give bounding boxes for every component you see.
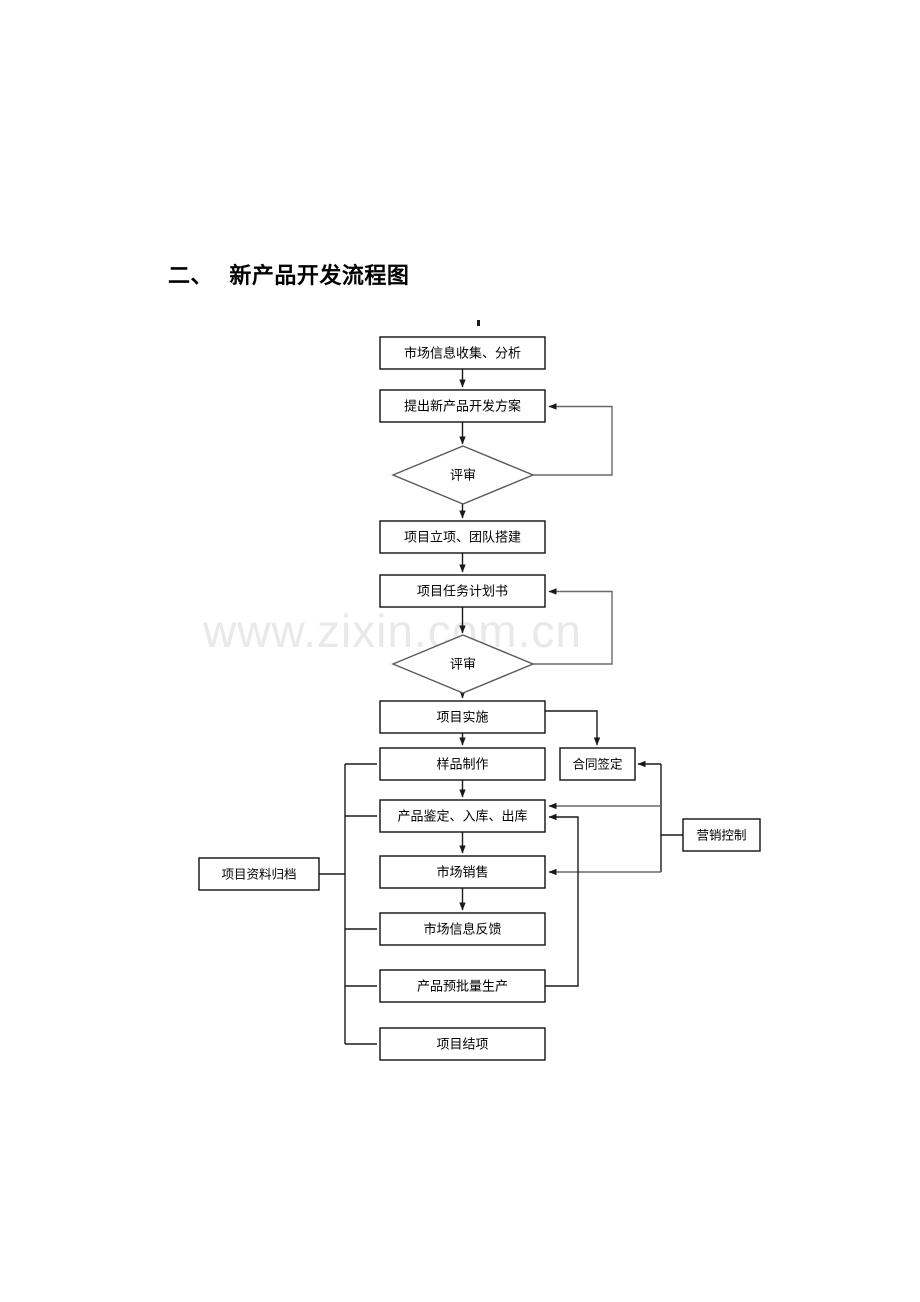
- node-market-info-feedback[interactable]: 市场信息反馈: [379, 912, 546, 946]
- node-market-info-collection[interactable]: 市场信息收集、分析: [379, 336, 546, 370]
- node-contract-signing[interactable]: 合同签定: [559, 747, 636, 781]
- node-label: 项目结项: [436, 1038, 488, 1053]
- flowchart-canvas: 市场信息收集、分析 提出新产品开发方案 评审 项目立项、团队搭建 项目任务计划书…: [198, 336, 761, 1061]
- node-label: 项目资料归档: [221, 867, 296, 882]
- node-label: 营销控制: [696, 828, 746, 843]
- node-label: 市场信息收集、分析: [404, 346, 521, 362]
- node-label: 评审: [450, 658, 476, 673]
- node-label: 样品制作: [436, 758, 488, 773]
- node-project-document-archive[interactable]: 项目资料归档: [198, 857, 320, 891]
- node-label: 产品预批量生产: [417, 980, 508, 995]
- edge-marketing-bus: [660, 764, 683, 836]
- node-review-1[interactable]: 评审: [391, 445, 535, 505]
- node-label: 评审: [450, 469, 476, 484]
- node-label: 合同签定: [572, 757, 622, 772]
- node-project-closure[interactable]: 项目结项: [379, 1027, 546, 1061]
- node-review-2[interactable]: 评审: [391, 634, 535, 694]
- edge-n5-n7: [545, 710, 601, 746]
- node-label: 项目立项、团队搭建: [404, 530, 521, 546]
- document-page: 二、 新产品开发流程图 www.zixin.com.cn 市场信息收集、分析 提…: [0, 0, 920, 1302]
- edge-prebatch-loop: [545, 813, 579, 987]
- node-label: 市场信息反馈: [423, 922, 501, 938]
- node-label: 产品鉴定、入库、出库: [397, 809, 527, 825]
- node-label: 提出新产品开发方案: [404, 399, 521, 415]
- node-propose-development-plan[interactable]: 提出新产品开发方案: [379, 389, 546, 423]
- node-project-implementation[interactable]: 项目实施: [379, 700, 546, 734]
- node-pre-batch-production[interactable]: 产品预批量生产: [379, 969, 546, 1003]
- node-label: 市场销售: [436, 865, 488, 881]
- node-project-task-plan[interactable]: 项目任务计划书: [379, 574, 546, 608]
- node-label: 项目实施: [436, 711, 488, 726]
- node-marketing-control[interactable]: 营销控制: [682, 818, 761, 852]
- node-label: 项目任务计划书: [417, 584, 508, 600]
- node-sample-production[interactable]: 样品制作: [379, 747, 546, 781]
- node-market-sales[interactable]: 市场销售: [379, 855, 546, 889]
- node-project-setup-team[interactable]: 项目立项、团队搭建: [379, 520, 546, 554]
- node-product-appraisal-inbound-outbound[interactable]: 产品鉴定、入库、出库: [379, 799, 546, 833]
